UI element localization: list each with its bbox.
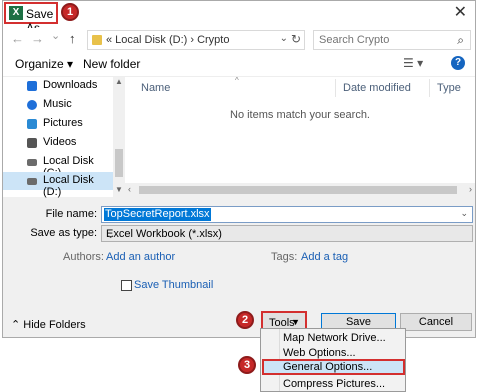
address-path: « Local Disk (D:) › Crypto [106, 34, 230, 46]
add-tag-link[interactable]: Add a tag [301, 251, 348, 263]
drive-icon [27, 178, 37, 185]
save-as-type-label: Save as type: [30, 227, 97, 239]
sidebar-item-label: Downloads [43, 79, 98, 91]
help-icon[interactable]: ? [451, 56, 465, 70]
chevron-down-icon[interactable]: ⌄ [280, 33, 288, 44]
sidebar-item-videos[interactable]: Videos [3, 134, 113, 152]
view-options-icon[interactable]: ☰ ▾ [403, 56, 423, 70]
menu-item-general-options[interactable]: General Options... [262, 359, 405, 375]
refresh-icon[interactable]: ↻ [291, 32, 301, 46]
save-thumbnail-checkbox[interactable] [121, 280, 132, 291]
save-thumbnail-label[interactable]: Save Thumbnail [134, 279, 213, 291]
search-input[interactable] [314, 31, 444, 48]
close-icon[interactable]: ✕ [454, 5, 467, 21]
column-divider[interactable] [429, 79, 430, 97]
navigation-bar: ← → ⌄ ↑ « Local Disk (D:) › Crypto ⌄ ↻ ⌕ [3, 28, 475, 52]
menu-item-label: General Options... [283, 361, 373, 373]
scroll-up-icon[interactable]: ▲ [115, 77, 123, 86]
sidebar-item-local-disk-c[interactable]: Local Disk (C:) [3, 153, 113, 179]
menu-item-label: Compress Pictures... [283, 378, 386, 390]
new-folder-button[interactable]: New folder [83, 57, 140, 71]
up-arrow-icon[interactable]: ↑ [69, 31, 76, 46]
command-toolbar: Organize ▾ New folder ☰ ▾ ? [3, 52, 475, 77]
recent-locations-icon[interactable]: ⌄ [51, 29, 60, 42]
sidebar-item-downloads[interactable]: Downloads [3, 77, 113, 95]
chevron-down-icon[interactable]: ⌄ [106, 228, 468, 241]
scrollbar-thumb[interactable] [139, 186, 457, 194]
pictures-icon [27, 119, 37, 129]
step-marker-2: 2 [236, 311, 254, 329]
file-name-value[interactable]: TopSecretReport.xlsx [104, 208, 211, 221]
add-author-link[interactable]: Add an author [106, 251, 175, 263]
sidebar-item-local-disk-d[interactable]: Local Disk (D:) [3, 172, 113, 198]
drive-icon [27, 159, 37, 166]
empty-message: No items match your search. [230, 109, 370, 121]
menu-item-compress-pictures[interactable]: Compress Pictures... [261, 376, 405, 392]
menu-item-map-network-drive[interactable]: Map Network Drive... [261, 330, 405, 346]
sidebar-item-label: Music [43, 98, 72, 110]
hide-folders-label: Hide Folders [23, 319, 86, 331]
menu-item-label: Map Network Drive... [283, 332, 386, 344]
address-bar[interactable]: « Local Disk (D:) › Crypto ⌄ ↻ [87, 30, 305, 50]
tags-label: Tags: [271, 251, 298, 263]
file-list: ^ Name Date modified Type No items match… [125, 76, 475, 197]
sidebar-item-pictures[interactable]: Pictures [3, 115, 113, 133]
scroll-down-icon[interactable]: ▼ [115, 185, 123, 194]
cancel-button[interactable]: Cancel [400, 313, 472, 331]
search-box: ⌕ [313, 30, 471, 50]
column-header-name[interactable]: Name [141, 82, 170, 94]
download-icon [27, 81, 37, 91]
file-name-label: File name: [45, 208, 97, 220]
tools-menu: Map Network Drive... Web Options... Gene… [260, 328, 406, 392]
back-arrow-icon[interactable]: ← [11, 31, 24, 46]
folder-icon [92, 35, 102, 45]
scrollbar-thumb[interactable] [115, 149, 123, 177]
scroll-right-icon[interactable]: › [469, 184, 472, 194]
browser-pane: Downloads Music Pictures Videos Local Di… [3, 76, 475, 198]
sidebar-item-label: Pictures [43, 117, 83, 129]
navigation-pane: Downloads Music Pictures Videos Local Di… [3, 77, 125, 198]
save-as-type-select[interactable]: Excel Workbook (*.xlsx) ⌄ [101, 225, 473, 242]
file-name-field[interactable]: TopSecretReport.xlsx ⌄ [101, 206, 473, 223]
sidebar-item-music[interactable]: Music [3, 96, 113, 114]
step-marker-3: 3 [238, 356, 256, 374]
horizontal-scrollbar[interactable]: ‹ › [125, 183, 475, 197]
menu-item-label: Web Options... [283, 347, 356, 359]
column-header-type[interactable]: Type [437, 82, 461, 94]
step-marker-1: 1 [61, 3, 79, 21]
authors-label: Authors: [63, 251, 104, 263]
forward-arrow-icon[interactable]: → [31, 31, 44, 46]
music-icon [27, 100, 37, 110]
scroll-left-icon[interactable]: ‹ [128, 184, 131, 194]
sidebar-scrollbar[interactable]: ▲ ▼ [113, 77, 125, 197]
sidebar-item-label: Local Disk (D:) [43, 174, 94, 198]
excel-icon: X [9, 6, 23, 20]
hide-folders-button[interactable]: ⌃ Hide Folders [11, 318, 86, 331]
chevron-up-icon: ⌃ [11, 319, 24, 331]
videos-icon [27, 138, 37, 148]
column-header-date-modified[interactable]: Date modified [343, 82, 411, 94]
sidebar-item-label: Videos [43, 136, 77, 148]
save-as-dialog: X Save As ✕ ← → ⌄ ↑ « Local Disk (D:) › … [2, 0, 476, 338]
organize-button[interactable]: Organize ▾ [15, 57, 73, 71]
column-divider[interactable] [335, 79, 336, 97]
sort-ascending-icon: ^ [235, 76, 239, 85]
chevron-down-icon[interactable]: ⌄ [460, 208, 468, 219]
search-icon[interactable]: ⌕ [457, 33, 464, 48]
window-title-highlight: X Save As [4, 2, 58, 35]
